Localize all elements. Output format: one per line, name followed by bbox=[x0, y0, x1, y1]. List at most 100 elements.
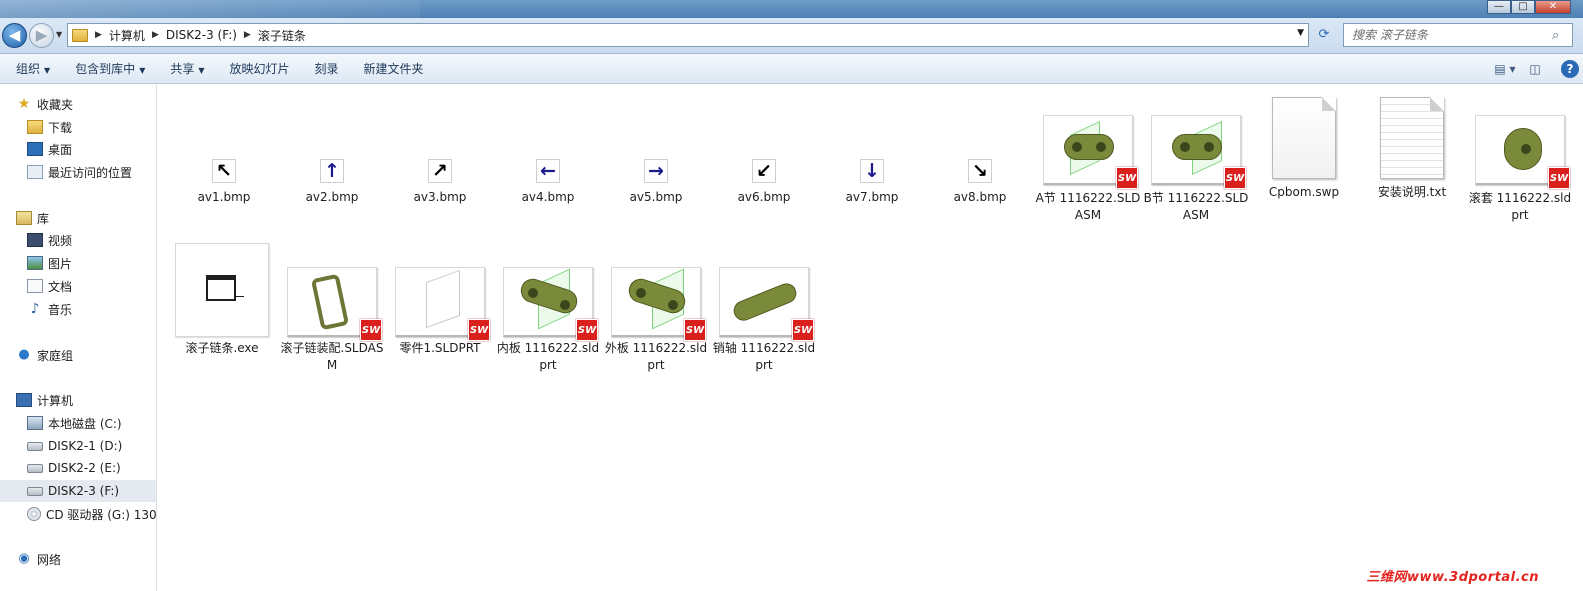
close-button[interactable]: ✕ bbox=[1535, 0, 1571, 14]
help-icon[interactable]: ? bbox=[1561, 60, 1579, 78]
search-input[interactable] bbox=[1352, 28, 1552, 42]
slideshow-button[interactable]: 放映幻灯片 bbox=[221, 57, 299, 81]
nav-desktop[interactable]: 桌面 bbox=[27, 138, 72, 160]
new-folder-button[interactable]: 新建文件夹 bbox=[355, 57, 433, 81]
file-name: 销轴 1116222.sldprt bbox=[712, 341, 816, 372]
minimize-button[interactable]: — bbox=[1487, 0, 1511, 14]
file-name: av5.bmp bbox=[629, 190, 683, 204]
preview-pane-icon[interactable]: ◫ bbox=[1523, 57, 1547, 81]
include-in-library-button[interactable]: 包含到库中 ▼ bbox=[66, 57, 154, 81]
file-name: 零件1.SLDPRT bbox=[399, 341, 481, 355]
nav-drive-g[interactable]: CD 驱动器 (G:) 130: bbox=[27, 503, 161, 525]
chevron-down-icon: ▼ bbox=[198, 65, 205, 75]
documents-icon bbox=[27, 279, 43, 293]
solidworks-icon: SW bbox=[792, 319, 814, 341]
nav-favorites[interactable]: ★ 收藏夹 bbox=[16, 93, 73, 115]
computer-icon bbox=[16, 393, 32, 407]
file-item[interactable]: SW A节 1116222.SLDASM bbox=[1034, 115, 1142, 224]
file-item[interactable]: ← av4.bmp bbox=[494, 159, 602, 206]
address-bar[interactable]: ▶ 计算机 ▶ DISK2-3 (F:) ▶ 滚子链条 ▼ bbox=[67, 23, 1309, 47]
file-item[interactable]: SW B节 1116222.SLDASM bbox=[1142, 115, 1250, 224]
drive-icon bbox=[27, 463, 43, 473]
back-button[interactable]: ◀ bbox=[2, 23, 27, 48]
cd-drive-icon bbox=[27, 507, 41, 521]
file-item[interactable]: 滚子链条.exe bbox=[168, 243, 276, 357]
file-name: B节 1116222.SLDASM bbox=[1143, 191, 1249, 222]
arrow-down-left-icon: ↙ bbox=[752, 159, 776, 183]
chevron-down-icon: ▼ bbox=[44, 65, 51, 75]
file-item[interactable]: ↘ av8.bmp bbox=[926, 159, 1034, 206]
burn-button[interactable]: 刻录 bbox=[306, 57, 348, 81]
file-item[interactable]: ↑ av2.bmp bbox=[278, 159, 386, 206]
breadcrumb-drive[interactable]: DISK2-3 (F:) bbox=[166, 28, 237, 42]
nav-label: DISK2-3 (F:) bbox=[48, 484, 120, 498]
nav-label: 家庭组 bbox=[37, 348, 74, 363]
search-box[interactable]: ⌕ bbox=[1343, 23, 1573, 47]
nav-label: DISK2-1 (D:) bbox=[48, 439, 123, 453]
part-thumbnail: SW bbox=[719, 267, 814, 341]
nav-downloads[interactable]: 下载 bbox=[27, 116, 72, 138]
file-item[interactable]: SW 零件1.SLDPRT bbox=[386, 267, 494, 357]
nav-recent-places[interactable]: 最近访问的位置 bbox=[27, 161, 132, 183]
nav-drive-d[interactable]: DISK2-1 (D:) bbox=[27, 435, 122, 457]
search-icon[interactable]: ⌕ bbox=[1552, 28, 1559, 43]
file-item[interactable]: SW 滚子链装配.SLDASM bbox=[278, 267, 386, 374]
nav-drive-c[interactable]: 本地磁盘 (C:) bbox=[27, 412, 122, 434]
nav-drive-f[interactable]: DISK2-3 (F:) bbox=[0, 480, 156, 502]
file-item[interactable]: ↓ av7.bmp bbox=[818, 159, 926, 206]
file-name: av7.bmp bbox=[845, 190, 899, 204]
file-item[interactable]: ↙ av6.bmp bbox=[710, 159, 818, 206]
breadcrumb-computer[interactable]: 计算机 bbox=[109, 27, 145, 44]
nav-videos[interactable]: 视频 bbox=[27, 229, 72, 251]
star-icon: ★ bbox=[17, 96, 31, 112]
address-dropdown-icon[interactable]: ▼ bbox=[1297, 28, 1304, 38]
refresh-icon[interactable]: ⟳ bbox=[1313, 24, 1335, 46]
solidworks-icon: SW bbox=[468, 319, 490, 341]
file-item[interactable]: SW 外板 1116222.sldprt bbox=[602, 267, 710, 374]
solidworks-icon: SW bbox=[1548, 167, 1570, 189]
chevron-right-icon[interactable]: ▶ bbox=[152, 30, 159, 40]
forward-button[interactable]: ▶ bbox=[29, 23, 54, 48]
assembly-thumbnail: SW bbox=[287, 267, 382, 341]
file-item[interactable]: SW 滚套 1116222.sldprt bbox=[1466, 115, 1574, 224]
command-bar: 组织 ▼ 包含到库中 ▼ 共享 ▼ 放映幻灯片 刻录 新建文件夹 ▤ ▾ ◫ ? bbox=[0, 54, 1583, 84]
maximize-button[interactable]: □ bbox=[1511, 0, 1535, 14]
file-name: av6.bmp bbox=[737, 190, 791, 204]
recent-pages-dropdown[interactable]: ▼ bbox=[56, 30, 62, 39]
arrow-right-icon: → bbox=[644, 159, 668, 183]
recent-places-icon bbox=[27, 165, 43, 179]
nav-network[interactable]: ◉ 网络 bbox=[16, 548, 61, 570]
part-thumbnail: SW bbox=[503, 267, 598, 341]
watermark: 三维网www.3dportal.cn bbox=[1366, 570, 1539, 585]
solidworks-icon: SW bbox=[360, 319, 382, 341]
address-row: ◀ ▶ ▼ ▶ 计算机 ▶ DISK2-3 (F:) ▶ 滚子链条 ▼ ⟳ ⌕ bbox=[0, 18, 1583, 54]
file-item[interactable]: 安装说明.txt bbox=[1358, 97, 1466, 201]
drive-icon bbox=[27, 441, 43, 451]
file-item[interactable]: SW 销轴 1116222.sldprt bbox=[710, 267, 818, 374]
file-name: 内板 1116222.sldprt bbox=[496, 341, 600, 372]
part-thumbnail: SW bbox=[1475, 115, 1570, 189]
nav-label: 图片 bbox=[48, 256, 73, 271]
file-item[interactable]: → av5.bmp bbox=[602, 159, 710, 206]
chevron-right-icon[interactable]: ▶ bbox=[95, 30, 102, 40]
nav-label: 视频 bbox=[48, 233, 73, 248]
file-name: 安装说明.txt bbox=[1377, 185, 1447, 199]
file-item[interactable]: ↖ av1.bmp bbox=[170, 159, 278, 206]
breadcrumb-folder[interactable]: 滚子链条 bbox=[258, 27, 306, 44]
file-item[interactable]: Cpbom.swp bbox=[1250, 97, 1358, 201]
file-item[interactable]: ↗ av3.bmp bbox=[386, 159, 494, 206]
view-options-icon[interactable]: ▤ ▾ bbox=[1493, 57, 1517, 81]
file-name: av4.bmp bbox=[521, 190, 575, 204]
nav-drive-e[interactable]: DISK2-2 (E:) bbox=[27, 457, 121, 479]
nav-homegroup[interactable]: ● 家庭组 bbox=[16, 344, 73, 366]
arrow-left-icon: ← bbox=[536, 159, 560, 183]
nav-libraries[interactable]: 库 bbox=[16, 207, 49, 229]
nav-documents[interactable]: 文档 bbox=[27, 275, 72, 297]
organize-button[interactable]: 组织 ▼ bbox=[7, 57, 59, 81]
nav-computer[interactable]: 计算机 bbox=[16, 389, 73, 411]
file-item[interactable]: SW 内板 1116222.sldprt bbox=[494, 267, 602, 374]
share-button[interactable]: 共享 ▼ bbox=[161, 57, 213, 81]
nav-music[interactable]: ♪ 音乐 bbox=[27, 298, 72, 320]
nav-pictures[interactable]: 图片 bbox=[27, 252, 72, 274]
chevron-right-icon[interactable]: ▶ bbox=[244, 30, 251, 40]
